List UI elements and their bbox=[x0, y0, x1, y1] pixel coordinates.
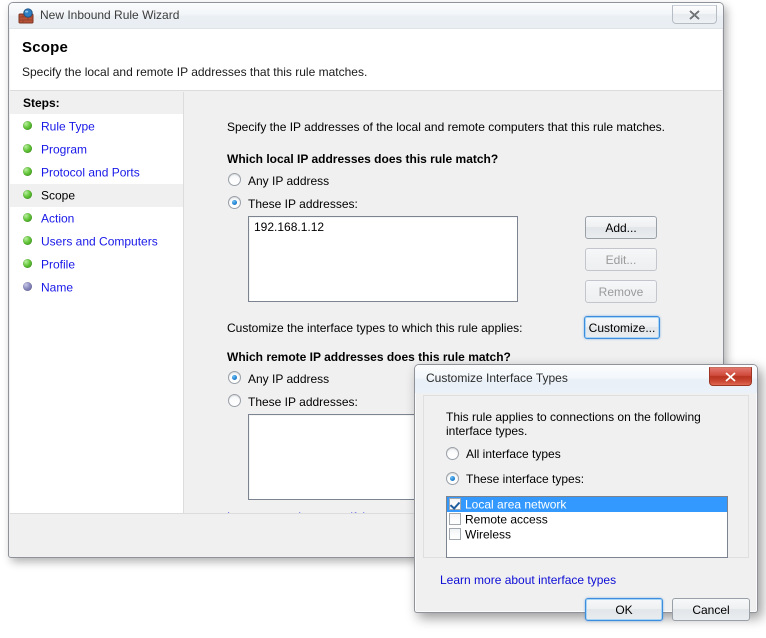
these-interface-types-label: These interface types: bbox=[466, 472, 585, 486]
sidebar-item-rule-type[interactable]: Rule Type bbox=[10, 115, 183, 138]
step-label: Name bbox=[41, 280, 74, 295]
step-label: Scope bbox=[41, 188, 76, 203]
step-bullet-icon bbox=[23, 144, 32, 154]
radio-icon bbox=[228, 173, 241, 187]
close-icon[interactable] bbox=[709, 367, 752, 386]
remote-any-ip-label: Any IP address bbox=[248, 371, 330, 386]
sidebar-item-protocol-and-ports[interactable]: Protocol and Ports bbox=[10, 161, 183, 184]
page-title: Scope bbox=[22, 39, 69, 56]
cancel-button[interactable]: Cancel bbox=[672, 598, 750, 621]
list-item[interactable]: Wireless bbox=[447, 527, 727, 542]
step-bullet-icon bbox=[23, 282, 32, 292]
local-these-ip-radio[interactable]: These IP addresses: bbox=[228, 196, 358, 211]
ok-button[interactable]: OK bbox=[585, 598, 663, 621]
checkbox-icon[interactable] bbox=[449, 527, 461, 540]
interface-types-listbox[interactable]: Local area network Remote access Wireles… bbox=[446, 496, 728, 558]
radio-icon bbox=[228, 196, 241, 210]
add-local-ip-button[interactable]: Add... bbox=[585, 216, 657, 239]
remote-these-ip-label: These IP addresses: bbox=[248, 394, 358, 409]
radio-icon bbox=[228, 371, 241, 385]
step-bullet-icon bbox=[23, 236, 32, 246]
list-item[interactable]: 192.168.1.12 bbox=[249, 217, 517, 236]
edit-local-ip-button: Edit... bbox=[585, 248, 657, 271]
checkbox-icon[interactable] bbox=[449, 512, 461, 525]
dialog-title-bar: Customize Interface Types bbox=[415, 365, 757, 393]
step-label: Protocol and Ports bbox=[41, 165, 140, 180]
list-item[interactable]: Remote access bbox=[447, 512, 727, 527]
step-label: Program bbox=[41, 142, 88, 157]
customize-interface-types-button[interactable]: Customize... bbox=[584, 316, 660, 339]
list-item-label: Wireless bbox=[465, 527, 512, 542]
all-interface-types-label: All interface types bbox=[466, 447, 561, 461]
step-bullet-icon bbox=[23, 167, 32, 177]
wizard-title-bar: New Inbound Rule Wizard bbox=[9, 3, 723, 29]
close-icon[interactable] bbox=[672, 5, 717, 24]
wizard-header: Scope Specify the local and remote IP ad… bbox=[10, 29, 722, 91]
learn-more-interface-types-link[interactable]: Learn more about interface types bbox=[440, 573, 616, 587]
radio-icon bbox=[228, 394, 241, 408]
radio-icon bbox=[446, 472, 459, 486]
dialog-description: This rule applies to connections on the … bbox=[446, 410, 701, 438]
step-bullet-icon bbox=[23, 190, 32, 200]
sidebar-item-scope[interactable]: Scope bbox=[10, 184, 183, 207]
interface-types-label: Customize the interface types to which t… bbox=[227, 321, 523, 335]
step-label: Users and Computers bbox=[41, 234, 158, 249]
page-subtitle: Specify the local and remote IP addresse… bbox=[22, 65, 368, 79]
sidebar-item-name[interactable]: Name bbox=[10, 276, 183, 299]
steps-sidebar: Steps: Rule Type Program Protocol and Po… bbox=[10, 92, 184, 530]
remote-ip-question: Which remote IP addresses does this rule… bbox=[227, 350, 511, 364]
screen: New Inbound Rule Wizard Scope Specify th… bbox=[0, 0, 766, 638]
local-ip-listbox[interactable]: 192.168.1.12 bbox=[248, 216, 518, 302]
dialog-body: This rule applies to connections on the … bbox=[423, 395, 749, 558]
steps-header: Steps: bbox=[10, 92, 183, 114]
list-item-label: Remote access bbox=[465, 512, 548, 527]
step-bullet-icon bbox=[23, 121, 32, 131]
step-label: Profile bbox=[41, 257, 76, 272]
list-item[interactable]: Local area network bbox=[447, 497, 727, 512]
remote-any-ip-radio[interactable]: Any IP address bbox=[228, 371, 329, 386]
local-these-ip-label: These IP addresses: bbox=[248, 196, 358, 211]
sidebar-item-action[interactable]: Action bbox=[10, 207, 183, 230]
local-any-ip-radio[interactable]: Any IP address bbox=[228, 173, 329, 188]
remove-local-ip-button: Remove bbox=[585, 280, 657, 303]
step-bullet-icon bbox=[23, 259, 32, 269]
list-item-label: Local area network bbox=[465, 497, 567, 512]
steps-list: Rule Type Program Protocol and Ports Sco… bbox=[10, 115, 183, 299]
dialog-footer: Learn more about interface types OK Canc… bbox=[416, 559, 756, 621]
sidebar-item-program[interactable]: Program bbox=[10, 138, 183, 161]
step-label: Rule Type bbox=[41, 119, 95, 134]
remote-these-ip-radio[interactable]: These IP addresses: bbox=[228, 394, 358, 409]
sidebar-item-profile[interactable]: Profile bbox=[10, 253, 183, 276]
sidebar-item-users-and-computers[interactable]: Users and Computers bbox=[10, 230, 183, 253]
step-bullet-icon bbox=[23, 213, 32, 223]
dialog-title: Customize Interface Types bbox=[426, 371, 568, 385]
these-interface-types-radio[interactable]: These interface types: bbox=[446, 472, 584, 486]
local-any-ip-label: Any IP address bbox=[248, 173, 330, 188]
step-label: Action bbox=[41, 211, 75, 226]
local-ip-question: Which local IP addresses does this rule … bbox=[227, 152, 499, 166]
checkbox-icon[interactable] bbox=[449, 497, 461, 510]
content-intro: Specify the IP addresses of the local an… bbox=[227, 120, 666, 134]
wizard-title: New Inbound Rule Wizard bbox=[40, 8, 180, 22]
customize-interface-types-dialog: Customize Interface Types This rule appl… bbox=[414, 364, 758, 621]
firewall-brick-icon bbox=[18, 8, 34, 24]
radio-icon bbox=[446, 447, 459, 461]
all-interface-types-radio[interactable]: All interface types bbox=[446, 447, 561, 461]
